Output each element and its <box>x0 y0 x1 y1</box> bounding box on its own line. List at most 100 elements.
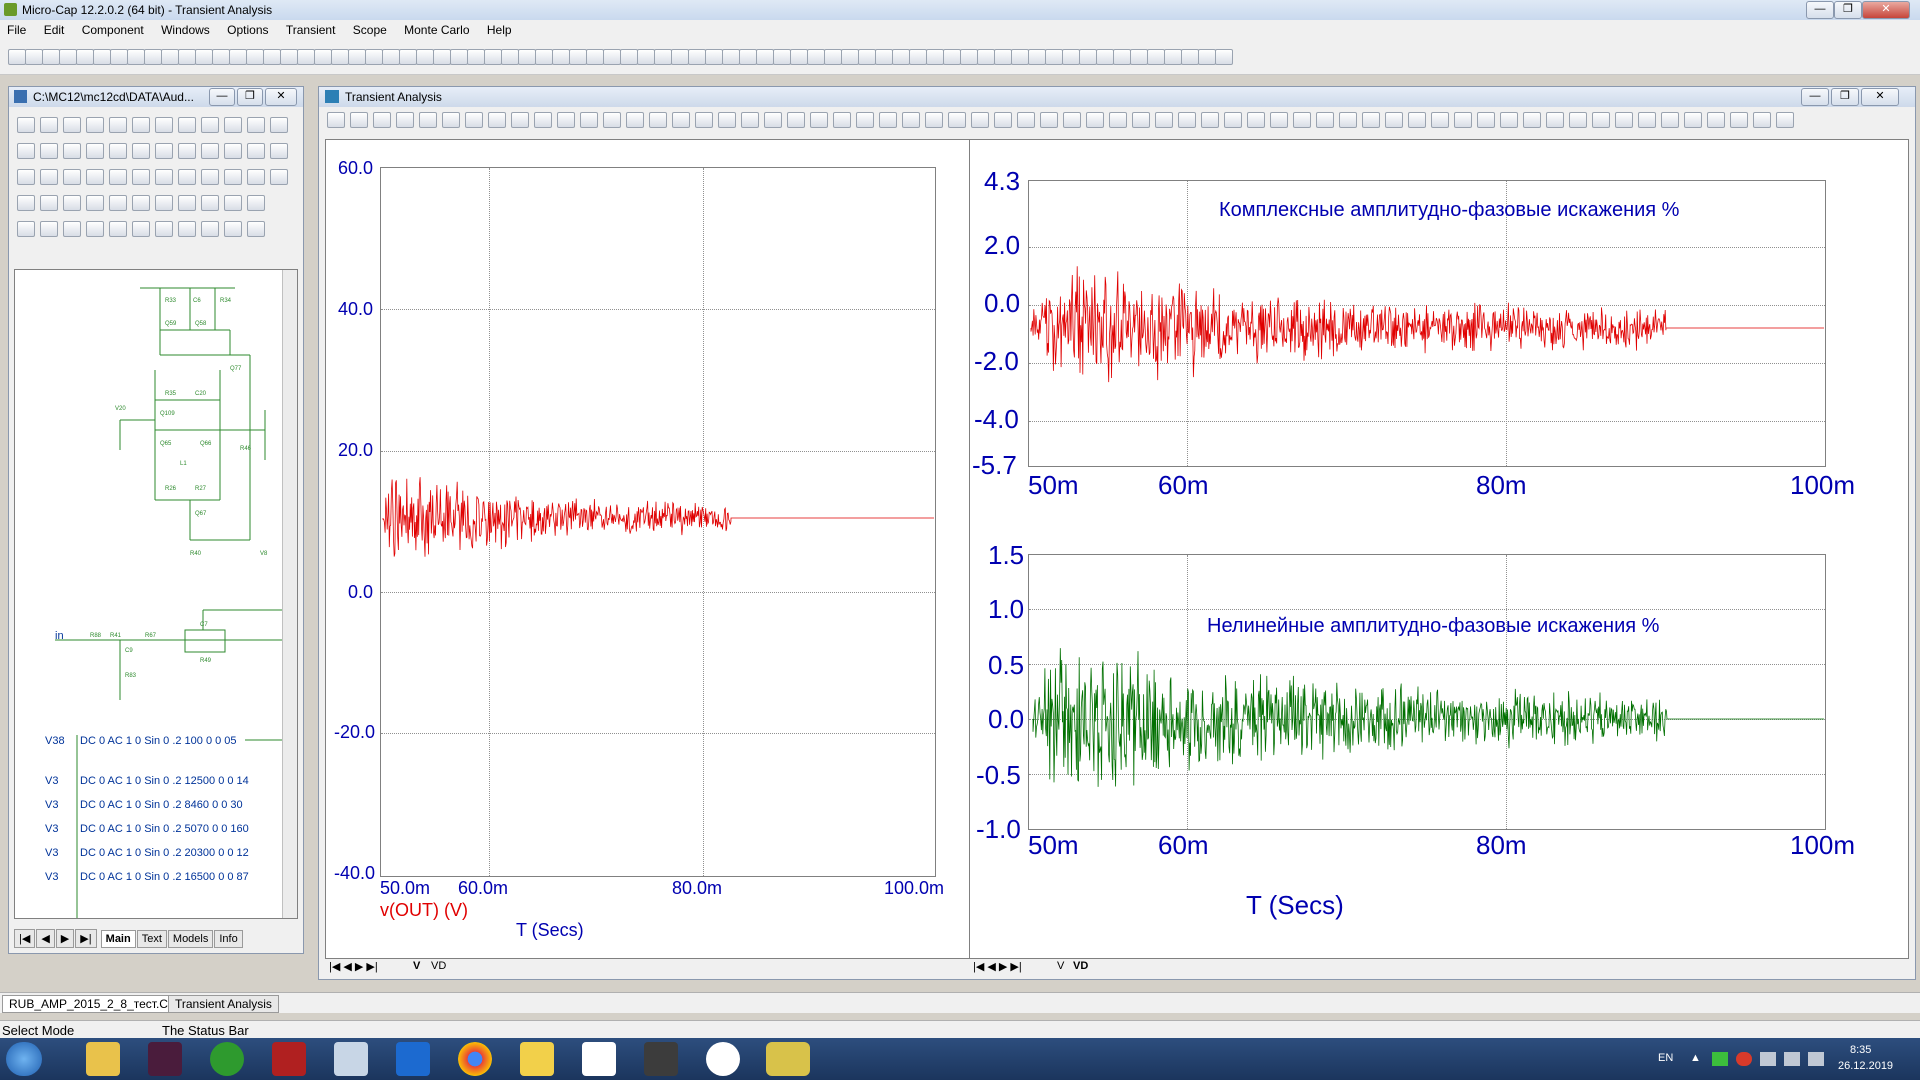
analysis-tool-button[interactable] <box>396 112 414 128</box>
file-explorer-icon[interactable] <box>86 1042 120 1076</box>
toolbar-button[interactable] <box>416 49 434 65</box>
alien-icon[interactable] <box>644 1042 678 1076</box>
toolbar-button[interactable] <box>654 49 672 65</box>
analysis-tool-button[interactable] <box>833 112 851 128</box>
tray-app-icon[interactable] <box>1712 1052 1728 1066</box>
clock-date[interactable]: 26.12.2019 <box>1838 1060 1893 1072</box>
schematic-tool-button[interactable] <box>132 195 150 211</box>
analysis-tool-button[interactable] <box>741 112 759 128</box>
analysis-tool-button[interactable] <box>764 112 782 128</box>
language-indicator[interactable]: EN <box>1658 1052 1673 1064</box>
analysis-tool-button[interactable] <box>488 112 506 128</box>
schematic-tool-button[interactable] <box>178 143 196 159</box>
analysis-tool-button[interactable] <box>1592 112 1610 128</box>
analysis-tool-button[interactable] <box>1132 112 1150 128</box>
toolbar-button[interactable] <box>76 49 94 65</box>
schematic-tool-button[interactable] <box>86 143 104 159</box>
schematic-tool-button[interactable] <box>178 195 196 211</box>
analysis-tool-button[interactable] <box>718 112 736 128</box>
schematic-tool-button[interactable] <box>86 221 104 237</box>
toolbar-button[interactable] <box>858 49 876 65</box>
toolbar-button[interactable] <box>1028 49 1046 65</box>
analysis-tool-button[interactable] <box>971 112 989 128</box>
tab-v[interactable]: V <box>413 960 420 972</box>
toolbar-button[interactable] <box>501 49 519 65</box>
analysis-tool-button[interactable] <box>1523 112 1541 128</box>
analysis-tool-button[interactable] <box>373 112 391 128</box>
analysis-tool-button[interactable] <box>442 112 460 128</box>
toolbar-button[interactable] <box>1130 49 1148 65</box>
yandex-icon[interactable] <box>582 1042 616 1076</box>
analysis-tool-button[interactable] <box>1776 112 1794 128</box>
filezilla-icon[interactable] <box>272 1042 306 1076</box>
schematic-maximize-button[interactable]: ❐ <box>237 88 263 106</box>
schematic-tool-button[interactable] <box>132 143 150 159</box>
yandex-browser-icon[interactable] <box>706 1042 740 1076</box>
analysis-tool-button[interactable] <box>1155 112 1173 128</box>
schematic-tool-button[interactable] <box>155 221 173 237</box>
schematic-tool-button[interactable] <box>155 143 173 159</box>
trace-label[interactable]: v(OUT) (V) <box>380 900 468 921</box>
toolbar-button[interactable] <box>127 49 145 65</box>
toolbar-button[interactable] <box>892 49 910 65</box>
toolbar-button[interactable] <box>467 49 485 65</box>
tray-volume-icon[interactable] <box>1808 1052 1824 1066</box>
schematic-tool-button[interactable] <box>63 117 81 133</box>
doc-tab-circuit[interactable]: RUB_AMP_2015_2_8_тест.CIR <box>2 995 187 1013</box>
schematic-tool-button[interactable] <box>63 169 81 185</box>
analysis-tool-button[interactable] <box>948 112 966 128</box>
toolbar-button[interactable] <box>42 49 60 65</box>
toolbar-button[interactable] <box>263 49 281 65</box>
tab-models[interactable]: Models <box>167 930 214 948</box>
analysis-tool-button[interactable] <box>557 112 575 128</box>
schematic-tool-button[interactable] <box>63 143 81 159</box>
schematic-tool-button[interactable] <box>178 221 196 237</box>
analysis-tool-button[interactable] <box>1201 112 1219 128</box>
toolbar-button[interactable] <box>1164 49 1182 65</box>
analysis-tool-button[interactable] <box>1109 112 1127 128</box>
analysis-tool-button[interactable] <box>1546 112 1564 128</box>
analysis-close-button[interactable]: ✕ <box>1861 88 1899 106</box>
toolbar-button[interactable] <box>1181 49 1199 65</box>
schematic-tool-button[interactable] <box>201 169 219 185</box>
analysis-tool-button[interactable] <box>1339 112 1357 128</box>
schematic-close-button[interactable]: ✕ <box>265 88 297 106</box>
toolbar-button[interactable] <box>1011 49 1029 65</box>
toolbar-button[interactable] <box>552 49 570 65</box>
analysis-tool-button[interactable] <box>1270 112 1288 128</box>
toolbar-button[interactable] <box>807 49 825 65</box>
analysis-tool-button[interactable] <box>1316 112 1334 128</box>
toolbar-button[interactable] <box>671 49 689 65</box>
minimize-button[interactable]: — <box>1806 1 1834 19</box>
schematic-tool-button[interactable] <box>155 195 173 211</box>
toolbar-button[interactable] <box>569 49 587 65</box>
tab-vd[interactable]: VD <box>1073 960 1088 972</box>
analysis-tool-button[interactable] <box>1454 112 1472 128</box>
schematic-tool-button[interactable] <box>178 169 196 185</box>
schematic-tool-button[interactable] <box>155 117 173 133</box>
toolbar-button[interactable] <box>790 49 808 65</box>
schematic-tool-button[interactable] <box>270 143 288 159</box>
toolbar-button[interactable] <box>229 49 247 65</box>
left-pane-nav[interactable]: |◀ ◀ ▶ ▶| <box>329 960 378 973</box>
schematic-vertical-scrollbar[interactable] <box>282 270 297 918</box>
nav-last-button[interactable]: ▶| <box>75 929 97 948</box>
analysis-tool-button[interactable] <box>327 112 345 128</box>
toolbar-button[interactable] <box>1045 49 1063 65</box>
analysis-tool-button[interactable] <box>1224 112 1242 128</box>
analysis-tool-button[interactable] <box>1408 112 1426 128</box>
analysis-tool-button[interactable] <box>787 112 805 128</box>
tab-info[interactable]: Info <box>214 930 243 948</box>
toolbar-button[interactable] <box>399 49 417 65</box>
tray-antivirus-icon[interactable] <box>1736 1052 1752 1066</box>
analysis-tool-button[interactable] <box>626 112 644 128</box>
schematic-tool-button[interactable] <box>109 117 127 133</box>
schematic-canvas[interactable]: R33 C6 R34 Q59 Q58 Q77 R35 C20 Q109 V20 Q65 Q6… <box>14 269 298 919</box>
schematic-tool-button[interactable] <box>109 143 127 159</box>
schematic-tool-button[interactable] <box>224 195 242 211</box>
nav-first-button[interactable]: |◀ <box>14 929 36 948</box>
right-plot-pane[interactable]: Комплексные амплитудно-фазовые искажения… <box>969 139 1909 959</box>
toolbar-button[interactable] <box>314 49 332 65</box>
schematic-tool-button[interactable] <box>109 221 127 237</box>
toolbar-button[interactable] <box>246 49 264 65</box>
